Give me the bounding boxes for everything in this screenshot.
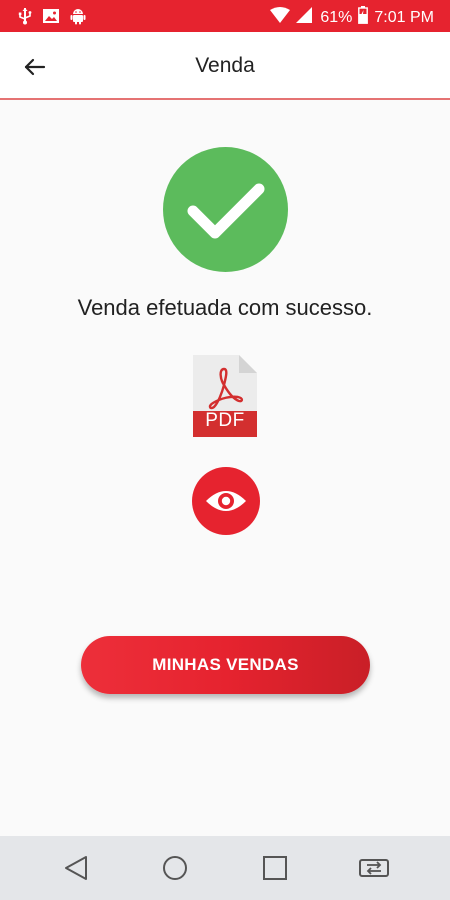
eye-icon: [206, 491, 246, 511]
check-icon: [187, 183, 265, 239]
switch-app-icon: [359, 859, 389, 877]
back-triangle-icon: [65, 856, 87, 880]
clock-time: 7:01 PM: [374, 9, 434, 26]
status-bar: 61% 7:01 PM: [0, 0, 450, 32]
signal-icon: [296, 7, 313, 29]
recents-square-icon: [263, 856, 287, 880]
notification-icons: [18, 7, 86, 30]
navigation-bar: [0, 836, 450, 900]
home-circle-icon: [163, 856, 187, 880]
app-bar: Venda: [0, 32, 450, 100]
system-status: 61% 7:01 PM: [270, 6, 434, 30]
success-indicator: [163, 147, 288, 272]
view-document-button[interactable]: [192, 467, 260, 535]
nav-switch-app-button[interactable]: [356, 850, 392, 886]
success-message: Venda efetuada com sucesso.: [77, 295, 373, 320]
android-icon: [70, 7, 86, 30]
my-sales-button[interactable]: MINHAS VENDAS: [81, 636, 370, 694]
nav-home-button[interactable]: [157, 850, 193, 886]
usb-icon: [18, 7, 32, 30]
page-title: Venda: [195, 54, 255, 77]
image-icon: [42, 7, 60, 30]
nav-back-button[interactable]: [58, 850, 94, 886]
pdf-document-button[interactable]: PDF: [193, 355, 257, 437]
battery-icon: [358, 6, 369, 30]
battery-percent: 61%: [320, 9, 353, 26]
pdf-label: PDF: [205, 410, 245, 431]
wifi-icon: [270, 7, 291, 29]
nav-recents-button[interactable]: [257, 850, 293, 886]
